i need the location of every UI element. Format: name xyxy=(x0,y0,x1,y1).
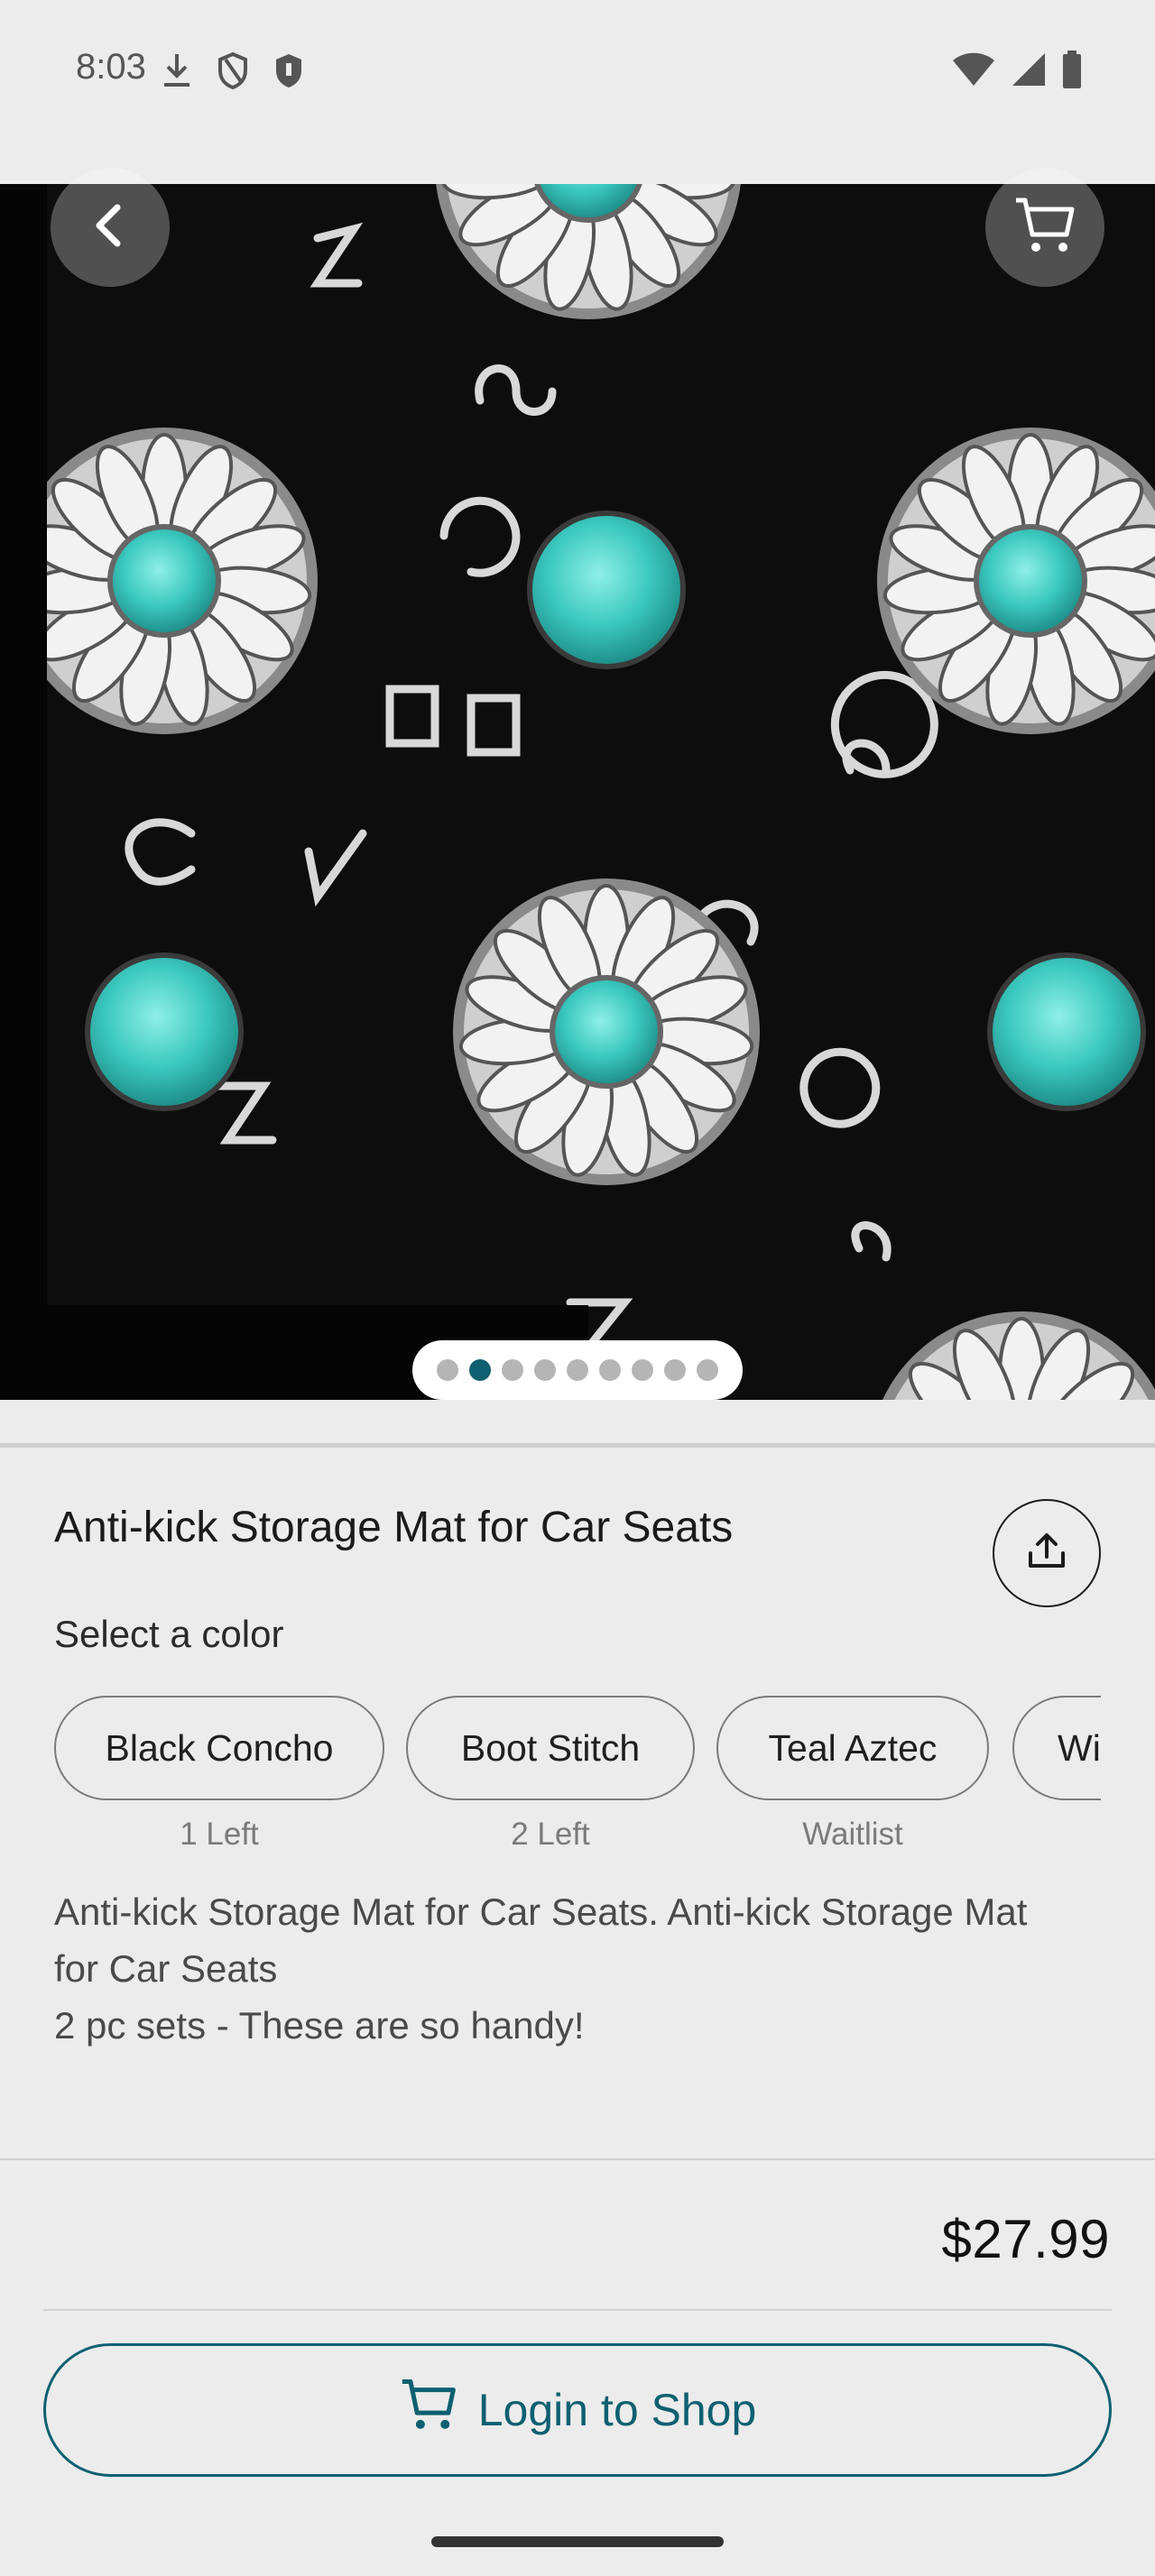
divider xyxy=(0,1443,1155,1448)
color-chip-black-concho[interactable]: Black Concho xyxy=(54,1696,384,1800)
color-option: Boot Stitch 2 Left xyxy=(406,1696,695,1853)
description-line: Anti-kick Storage Mat for Car Seats. Ant… xyxy=(54,1891,1028,1933)
color-option: Black Concho 1 Left xyxy=(54,1696,384,1853)
stock-note: 2 Left xyxy=(511,1817,590,1852)
color-options: Black Concho 1 Left Boot Stitch 2 Left T… xyxy=(54,1696,1101,1876)
pager-dot[interactable] xyxy=(534,1359,556,1381)
product-price: $27.99 xyxy=(941,2209,1110,2269)
stock-note: Waitlist xyxy=(802,1817,903,1852)
description-line: for Car Seats xyxy=(54,1947,278,1990)
color-chip-boot-stitch[interactable]: Boot Stitch xyxy=(406,1696,695,1800)
product-photo xyxy=(47,184,1155,1400)
wifi-icon xyxy=(951,51,996,87)
stock-note: 1 Left xyxy=(180,1817,259,1852)
divider xyxy=(43,2309,1112,2311)
pager-dot[interactable] xyxy=(437,1359,458,1381)
status-bar: 8:03 xyxy=(0,0,1155,140)
divider xyxy=(0,2158,1155,2160)
product-title: Anti-kick Storage Mat for Car Seats xyxy=(54,1504,734,1551)
cart-button[interactable] xyxy=(985,168,1104,287)
home-indicator[interactable] xyxy=(431,2536,724,2547)
color-option: Wi xyxy=(1012,1696,1101,1800)
battery-icon xyxy=(1061,51,1083,88)
cellular-icon xyxy=(1011,51,1047,87)
share-icon xyxy=(1025,1530,1068,1578)
back-button[interactable] xyxy=(51,168,170,287)
description-line: 2 pc sets - These are so handy! xyxy=(54,2004,585,2047)
pager-dot[interactable] xyxy=(632,1359,653,1381)
pager-dot[interactable] xyxy=(599,1359,621,1381)
login-to-shop-label: Login to Shop xyxy=(477,2385,757,2435)
cart-icon xyxy=(1012,195,1077,261)
color-select-label: Select a color xyxy=(54,1613,284,1655)
carousel-pager[interactable] xyxy=(412,1340,743,1400)
pager-dot-active[interactable] xyxy=(469,1359,491,1381)
shield-filled-icon xyxy=(273,51,305,90)
share-button[interactable] xyxy=(993,1499,1101,1607)
shield-outline-icon xyxy=(217,51,249,90)
color-chip-partial[interactable]: Wi xyxy=(1012,1696,1101,1800)
cart-icon xyxy=(399,2377,458,2443)
color-option: Teal Aztec Waitlist xyxy=(716,1696,989,1853)
pager-dot[interactable] xyxy=(664,1359,686,1381)
login-to-shop-button[interactable]: Login to Shop xyxy=(43,2343,1112,2477)
product-description: Anti-kick Storage Mat for Car Seats. Ant… xyxy=(54,1883,1101,2054)
pager-dot[interactable] xyxy=(502,1359,523,1381)
pager-dot[interactable] xyxy=(567,1359,588,1381)
color-chip-teal-aztec[interactable]: Teal Aztec xyxy=(716,1696,989,1800)
pager-dot[interactable] xyxy=(697,1359,718,1381)
chevron-left-icon xyxy=(83,198,137,257)
product-image-carousel[interactable] xyxy=(0,184,1155,1400)
status-time: 8:03 xyxy=(76,47,146,87)
download-icon xyxy=(161,51,193,90)
